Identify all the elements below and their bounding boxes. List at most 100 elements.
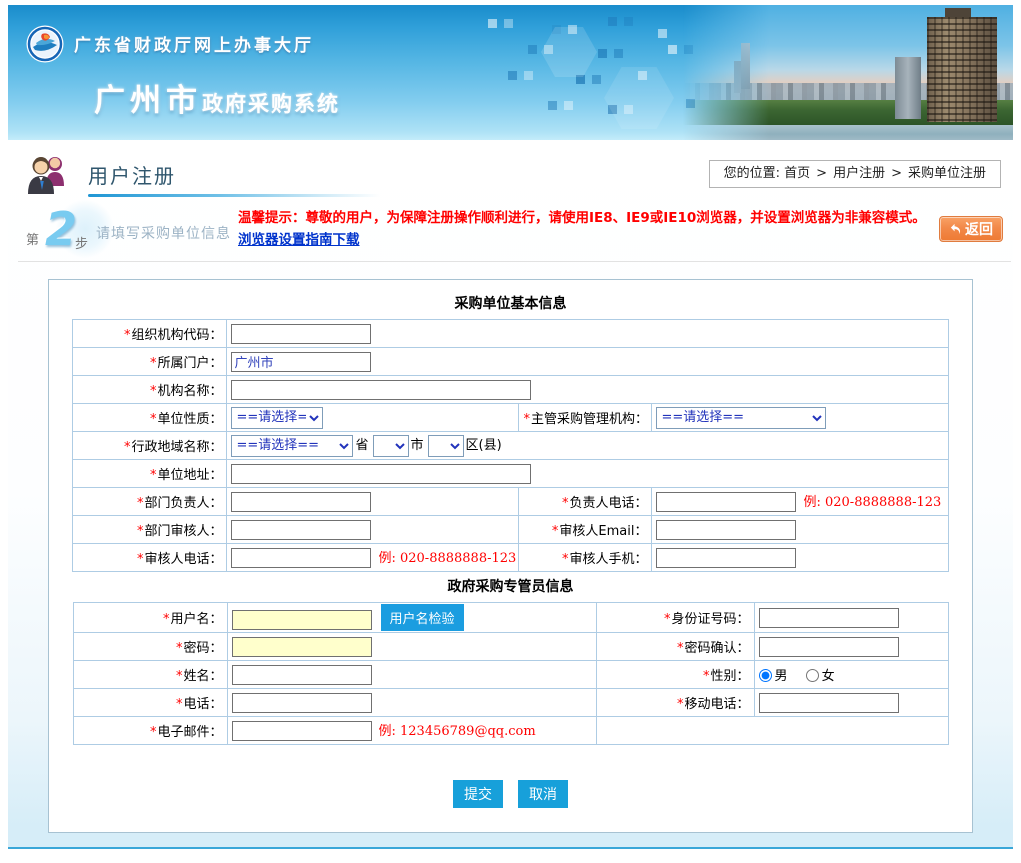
portal-input[interactable] bbox=[231, 352, 371, 372]
id-number-label: *身份证号码： bbox=[596, 603, 754, 633]
phone-example-hint: 例: 020-8888888-123 bbox=[378, 551, 516, 566]
pixel-decoration bbox=[488, 19, 497, 28]
portal-label: *所属门户： bbox=[73, 348, 227, 376]
city-unit-label: 市 bbox=[411, 438, 424, 453]
gender-male-option[interactable]: 男 bbox=[759, 669, 788, 684]
phone-label: *电话： bbox=[73, 689, 227, 717]
org-name-label: *机构名称： bbox=[73, 376, 227, 404]
unit-type-select[interactable]: ==请选择== bbox=[231, 407, 323, 429]
cancel-button[interactable]: 取消 bbox=[518, 780, 568, 808]
phone-example-hint: 例: 020-8888888-123 bbox=[803, 495, 941, 510]
content-area: 用户注册 您的位置: 首页>用户注册>采购单位注册 第 2 步 请填写采购单位信… bbox=[8, 140, 1013, 849]
photo-building-small bbox=[895, 57, 921, 119]
browser-guide-link[interactable]: 浏览器设置指南下载 bbox=[238, 232, 360, 248]
notice-text: 温馨提示：尊敬的用户，为保障注册操作顺利进行，请使用IE8、IE9或IE10浏览… bbox=[238, 207, 939, 229]
breadcrumb-separator: > bbox=[816, 166, 827, 181]
email-label: *电子邮件： bbox=[73, 717, 227, 745]
province-unit-label: 省 bbox=[355, 438, 368, 453]
portal-title: 广东省财政厅网上办事大厅 bbox=[74, 31, 314, 56]
table-row: *行政地域名称： ==请选择==省 市 区(县) bbox=[73, 432, 948, 460]
page: 广东省财政厅网上办事大厅 广州市政府采购系统 bbox=[8, 5, 1013, 849]
region-city-select[interactable] bbox=[373, 435, 409, 457]
step-description: 请填写采购单位信息 bbox=[96, 223, 231, 243]
system-title-sub: 政府采购系统 bbox=[202, 92, 340, 116]
address-input[interactable] bbox=[231, 464, 531, 484]
site-logo-icon bbox=[26, 25, 64, 63]
phone-input[interactable] bbox=[232, 693, 372, 713]
head-phone-input[interactable] bbox=[656, 492, 796, 512]
username-input[interactable] bbox=[232, 610, 372, 630]
name-label: *姓名： bbox=[73, 661, 227, 689]
hexagon-decoration bbox=[604, 67, 674, 129]
hexagon-decoration bbox=[541, 27, 597, 77]
password-confirm-input[interactable] bbox=[759, 637, 899, 657]
dept-reviewer-input[interactable] bbox=[231, 520, 371, 540]
submit-button[interactable]: 提交 bbox=[453, 780, 503, 808]
reviewer-mobile-input[interactable] bbox=[656, 548, 796, 568]
table-row: *部门负责人： *负责人电话： 例: 020-8888888-123 bbox=[73, 488, 948, 516]
email-example-hint: 例: 123456789@qq.com bbox=[379, 724, 536, 739]
system-title-main: 广州市 bbox=[94, 83, 202, 119]
table-row: *用户名： 用户名检验 *身份证号码： bbox=[73, 603, 948, 633]
authority-label: *主管采购管理机构： bbox=[519, 404, 652, 432]
table-row: *密码： *密码确认： bbox=[73, 633, 948, 661]
password-input[interactable] bbox=[232, 637, 372, 657]
id-number-input[interactable] bbox=[759, 608, 899, 628]
registration-form: 采购单位基本信息 *组织机构代码： *所属门户： *机构名称： *单位性质： bbox=[48, 279, 973, 833]
check-username-button[interactable]: 用户名检验 bbox=[381, 604, 464, 631]
city-photo bbox=[683, 5, 1013, 140]
dept-reviewer-label: *部门审核人： bbox=[73, 516, 227, 544]
back-button[interactable]: 返回 bbox=[939, 216, 1003, 242]
breadcrumb-register-link[interactable]: 用户注册 bbox=[833, 166, 885, 181]
title-row: 用户注册 您的位置: 首页>用户注册>采购单位注册 bbox=[8, 140, 1013, 200]
table-row: *审核人电话： 例: 020-8888888-123 *审核人手机： bbox=[73, 544, 948, 572]
dept-head-input[interactable] bbox=[231, 492, 371, 512]
head-phone-label: *负责人电话： bbox=[519, 488, 652, 516]
reviewer-email-input[interactable] bbox=[656, 520, 796, 540]
table-row: *所属门户： bbox=[73, 348, 948, 376]
section-title-specialist-info: 政府采购专管员信息 bbox=[49, 572, 972, 602]
title-underline bbox=[88, 194, 380, 197]
browser-notice: 温馨提示：尊敬的用户，为保障注册操作顺利进行，请使用IE8、IE9或IE10浏览… bbox=[238, 200, 939, 251]
reviewer-email-label: *审核人Email： bbox=[519, 516, 652, 544]
password-label: *密码： bbox=[73, 633, 227, 661]
header-banner: 广东省财政厅网上办事大厅 广州市政府采购系统 bbox=[8, 5, 1013, 140]
org-name-input[interactable] bbox=[231, 380, 531, 400]
region-label: *行政地域名称： bbox=[73, 432, 227, 460]
org-code-input[interactable] bbox=[231, 324, 371, 344]
table-row: *单位地址： bbox=[73, 460, 948, 488]
dept-head-label: *部门负责人： bbox=[73, 488, 227, 516]
step-prefix: 第 bbox=[26, 229, 39, 248]
reviewer-phone-label: *审核人电话： bbox=[73, 544, 227, 572]
gender-female-radio[interactable] bbox=[806, 669, 819, 682]
photo-building-tall bbox=[927, 17, 997, 122]
step-suffix: 步 bbox=[75, 233, 88, 252]
form-actions: 提交 取消 bbox=[49, 780, 972, 808]
step-number: 2 bbox=[45, 202, 77, 256]
unit-type-label: *单位性质： bbox=[73, 404, 227, 432]
photo-river bbox=[683, 125, 1013, 140]
table-row: *电话： *移动电话： bbox=[73, 689, 948, 717]
breadcrumb-prefix: 您的位置: bbox=[724, 166, 780, 181]
specialist-info-table: *用户名： 用户名检验 *身份证号码： *密码： *密码确认： *姓名： *性别… bbox=[73, 602, 949, 745]
authority-select[interactable]: ==请选择== bbox=[656, 407, 826, 429]
empty-cell bbox=[596, 717, 948, 745]
table-row: *电子邮件： 例: 123456789@qq.com bbox=[73, 717, 948, 745]
email-input[interactable] bbox=[232, 721, 372, 741]
page-title: 用户注册 bbox=[88, 160, 380, 189]
district-unit-label: 区(县) bbox=[466, 438, 502, 453]
gender-female-option[interactable]: 女 bbox=[806, 669, 835, 684]
breadcrumb: 您的位置: 首页>用户注册>采购单位注册 bbox=[709, 160, 1001, 188]
table-row: *姓名： *性别： 男 女 bbox=[73, 661, 948, 689]
region-district-select[interactable] bbox=[428, 435, 464, 457]
gender-male-radio[interactable] bbox=[759, 669, 772, 682]
table-row: *单位性质： ==请选择== *主管采购管理机构： ==请选择== bbox=[73, 404, 948, 432]
breadcrumb-home-link[interactable]: 首页 bbox=[784, 166, 810, 181]
name-input[interactable] bbox=[232, 665, 372, 685]
system-title: 广州市政府采购系统 bbox=[94, 75, 340, 120]
reviewer-phone-input[interactable] bbox=[231, 548, 371, 568]
users-icon bbox=[22, 152, 74, 198]
reviewer-mobile-label: *审核人手机： bbox=[519, 544, 652, 572]
region-province-select[interactable]: ==请选择== bbox=[231, 435, 353, 457]
mobile-input[interactable] bbox=[759, 693, 899, 713]
